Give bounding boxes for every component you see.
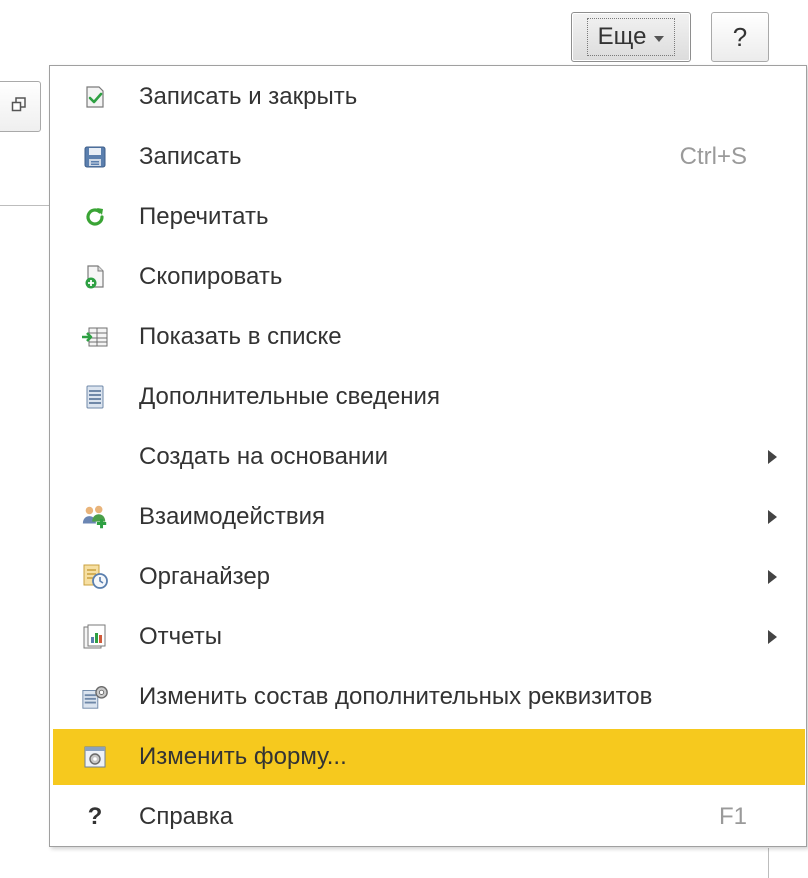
menu-item-edit-additional-attributes[interactable]: Изменить состав дополнительных реквизито… xyxy=(53,669,805,725)
menu-item-organizer[interactable]: Органайзер xyxy=(53,549,805,605)
save-close-check-icon xyxy=(81,83,109,111)
chevron-down-icon xyxy=(654,36,665,42)
submenu-arrow-icon xyxy=(768,510,777,524)
floppy-disk-icon xyxy=(81,143,109,171)
menu-item-interactions[interactable]: Взаимодействия xyxy=(53,489,805,545)
menu-item-copy[interactable]: Скопировать xyxy=(53,249,805,305)
menu-item-label: Органайзер xyxy=(139,563,271,590)
show-in-list-icon xyxy=(81,323,109,351)
menu-item-change-form[interactable]: Изменить форму... xyxy=(53,729,805,785)
menu-item-label: Изменить состав дополнительных реквизито… xyxy=(139,683,653,710)
menu-item-label: Справка xyxy=(139,803,234,830)
more-menu: Записать и закрыть Записать Ctrl+S Переч… xyxy=(49,65,807,847)
help-button[interactable]: ? xyxy=(711,12,769,62)
menu-item-reread[interactable]: Перечитать xyxy=(53,189,805,245)
menu-item-label: Отчеты xyxy=(139,623,222,650)
menu-item-help[interactable]: ? Справка F1 xyxy=(53,789,805,845)
question-mark-icon: ? xyxy=(87,803,103,830)
menu-item-save-and-close[interactable]: Записать и закрыть xyxy=(53,69,805,125)
menu-item-label: Дополнительные сведения xyxy=(139,383,440,410)
menu-item-save[interactable]: Записать Ctrl+S xyxy=(53,129,805,185)
menu-item-label: Скопировать xyxy=(139,263,283,290)
menu-item-label: Перечитать xyxy=(139,203,269,230)
menu-item-show-in-list[interactable]: Показать в списке xyxy=(53,309,805,365)
shortcut-label: F1 xyxy=(718,803,747,830)
form-divider-right xyxy=(768,848,769,878)
more-button-label: Еще xyxy=(597,23,647,50)
additional-info-icon xyxy=(81,383,109,411)
menu-item-create-based-on[interactable]: Создать на основании xyxy=(53,429,805,485)
more-button[interactable]: Еще xyxy=(571,12,691,62)
restore-window-button[interactable] xyxy=(0,81,41,132)
submenu-arrow-icon xyxy=(768,570,777,584)
interactions-users-icon xyxy=(81,503,109,531)
form-divider xyxy=(0,205,50,206)
menu-item-additional-info[interactable]: Дополнительные сведения xyxy=(53,369,805,425)
menu-item-label: Показать в списке xyxy=(139,323,342,350)
menu-item-label: Записать xyxy=(139,143,242,170)
refresh-icon xyxy=(81,203,109,231)
menu-item-reports[interactable]: Отчеты xyxy=(53,609,805,665)
copy-document-icon xyxy=(81,263,109,291)
menu-item-label: Изменить форму... xyxy=(139,743,347,770)
submenu-arrow-icon xyxy=(768,630,777,644)
restore-window-icon xyxy=(11,97,26,112)
edit-attributes-gear-icon xyxy=(81,683,109,711)
shortcut-label: Ctrl+S xyxy=(679,143,747,170)
reports-chart-icon xyxy=(81,623,109,651)
change-form-icon xyxy=(81,743,109,771)
menu-item-label: Записать и закрыть xyxy=(139,83,358,110)
menu-item-label: Взаимодействия xyxy=(139,503,325,530)
organizer-clock-icon xyxy=(81,563,109,591)
menu-item-label: Создать на основании xyxy=(139,443,388,470)
submenu-arrow-icon xyxy=(768,450,777,464)
